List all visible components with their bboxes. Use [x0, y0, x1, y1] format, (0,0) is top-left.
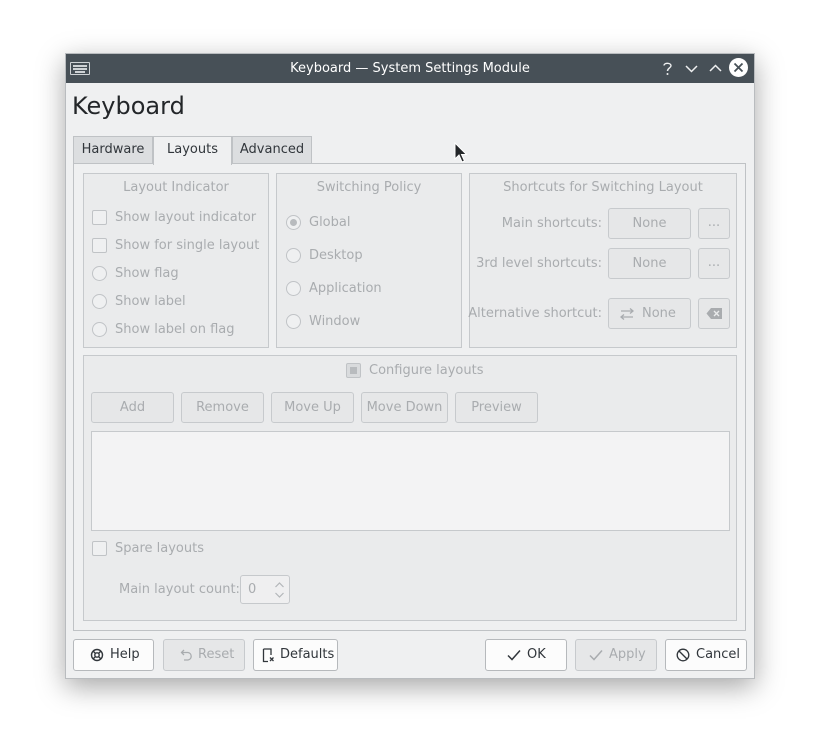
move-up-button[interactable]: Move Up	[271, 392, 354, 423]
checkmark-icon	[507, 650, 521, 661]
maximize-chevron-up-icon[interactable]	[706, 59, 725, 78]
ok-label: OK	[527, 647, 546, 662]
option-label: Window	[309, 314, 361, 329]
radio-circle[interactable]	[286, 281, 301, 296]
cancel-circle-icon	[676, 648, 690, 662]
option-label: Show label	[115, 294, 186, 309]
cancel-label: Cancel	[696, 647, 741, 662]
clear-shortcut-button[interactable]	[698, 298, 730, 329]
page-title: Keyboard	[72, 92, 185, 120]
main-layout-count-label: Main layout count:	[119, 582, 240, 597]
apply-button[interactable]: Apply	[575, 639, 657, 671]
main-shortcuts-label: Main shortcuts:	[501, 216, 602, 231]
tab-advanced[interactable]: Advanced	[232, 136, 312, 163]
option-label: Global	[309, 215, 351, 230]
undo-icon	[180, 649, 192, 661]
help-button[interactable]: Help	[73, 639, 154, 671]
option-label: Spare layouts	[115, 541, 204, 556]
option-label: Application	[309, 281, 382, 296]
minimize-chevron-down-icon[interactable]	[682, 59, 701, 78]
cancel-button[interactable]: Cancel	[665, 639, 747, 671]
radio-circle[interactable]	[92, 294, 107, 309]
backspace-icon	[706, 308, 722, 319]
main-layout-count-spinbox[interactable]: 0	[240, 575, 290, 604]
add-layout-button[interactable]: Add	[91, 392, 174, 423]
close-icon[interactable]	[729, 58, 748, 77]
settings-window: Keyboard — System Settings Module Keyboa…	[65, 53, 755, 679]
apply-label: Apply	[609, 647, 646, 662]
lifebuoy-icon	[90, 648, 104, 662]
checkbox-box[interactable]	[346, 363, 361, 378]
radio-circle[interactable]	[92, 266, 107, 281]
option-label: Show flag	[115, 266, 179, 281]
spin-arrows-icon[interactable]	[274, 580, 285, 600]
switching-policy-group: Switching Policy Global Desktop Applicat…	[276, 173, 462, 348]
main-shortcuts-more-button[interactable]: ...	[698, 208, 730, 239]
layouts-list[interactable]	[91, 431, 730, 531]
tab-hardware[interactable]: Hardware	[73, 136, 153, 163]
option-label: Desktop	[309, 248, 363, 263]
third-level-shortcuts-button[interactable]: None	[608, 248, 691, 279]
radio-circle[interactable]	[286, 248, 301, 263]
mouse-cursor-icon	[454, 142, 468, 163]
remove-layout-button[interactable]: Remove	[181, 392, 264, 423]
help-label: Help	[110, 647, 140, 662]
checkbox-box[interactable]	[92, 238, 107, 253]
shortcut-settings-icon	[619, 308, 635, 320]
defaults-label: Defaults	[280, 647, 335, 662]
shortcuts-group: Shortcuts for Switching Layout Main shor…	[468, 173, 737, 348]
ok-button[interactable]: OK	[485, 639, 567, 671]
option-label: Configure layouts	[369, 363, 484, 378]
layout-indicator-group: Layout Indicator Show layout indicator S…	[83, 173, 269, 348]
layouts-tab-panel: Layout Indicator Show layout indicator S…	[73, 163, 746, 631]
checkbox-box[interactable]	[92, 541, 107, 556]
shortcuts-title: Shortcuts for Switching Layout	[503, 180, 703, 195]
third-level-shortcuts-label: 3rd level shortcuts:	[476, 256, 602, 271]
alternative-shortcut-value: None	[642, 306, 676, 321]
document-revert-icon	[262, 648, 274, 663]
alternative-shortcut-label: Alternative shortcut:	[468, 306, 602, 321]
layout-indicator-title: Layout Indicator	[123, 180, 229, 195]
move-down-button[interactable]: Move Down	[361, 392, 448, 423]
title-bar[interactable]: Keyboard — System Settings Module	[66, 54, 754, 83]
switching-policy-title: Switching Policy	[316, 180, 422, 195]
option-label: Show label on flag	[115, 322, 235, 337]
checkbox-box[interactable]	[92, 210, 107, 225]
reset-button[interactable]: Reset	[163, 639, 245, 671]
radio-circle[interactable]	[92, 322, 107, 337]
defaults-button[interactable]: Defaults	[253, 639, 338, 671]
window-title: Keyboard — System Settings Module	[290, 61, 530, 76]
main-shortcuts-button[interactable]: None	[608, 208, 691, 239]
option-label: Show layout indicator	[115, 210, 257, 225]
third-level-shortcuts-more-button[interactable]: ...	[698, 248, 730, 279]
option-label: Show for single layout	[115, 238, 260, 253]
preview-button[interactable]: Preview	[455, 392, 538, 423]
radio-circle[interactable]	[286, 314, 301, 329]
help-question-icon[interactable]	[658, 59, 677, 78]
configure-layouts-group: Configure layouts Add Remove Move Up Mov…	[83, 355, 737, 621]
alternative-shortcut-button[interactable]: None	[608, 298, 691, 329]
tab-layouts[interactable]: Layouts	[153, 136, 232, 165]
checkmark-icon	[589, 650, 603, 661]
main-layout-count-value: 0	[248, 582, 257, 597]
radio-circle[interactable]	[286, 215, 301, 230]
reset-label: Reset	[198, 647, 235, 662]
